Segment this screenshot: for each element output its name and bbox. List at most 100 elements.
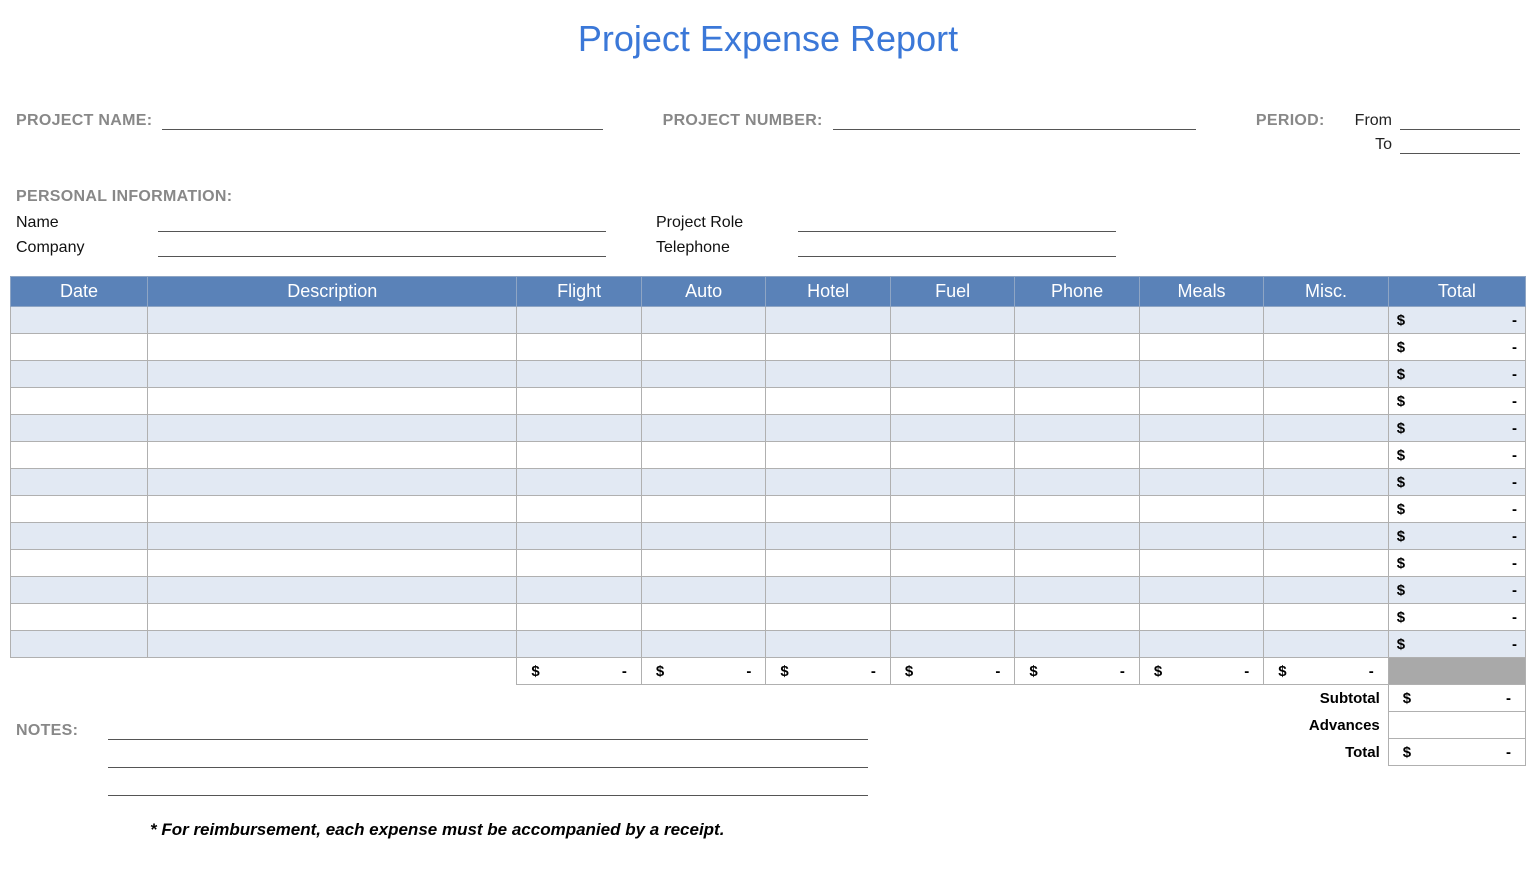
data-cell[interactable]: [11, 307, 148, 334]
data-cell[interactable]: [1015, 631, 1139, 658]
telephone-field[interactable]: [798, 237, 1116, 257]
data-cell[interactable]: [1139, 415, 1263, 442]
notes-line[interactable]: [108, 740, 868, 768]
data-cell[interactable]: [1264, 577, 1388, 604]
data-cell[interactable]: [1264, 523, 1388, 550]
data-cell[interactable]: [766, 604, 890, 631]
data-cell[interactable]: [641, 631, 765, 658]
data-cell[interactable]: [890, 550, 1014, 577]
data-cell[interactable]: [1264, 361, 1388, 388]
data-cell[interactable]: [766, 469, 890, 496]
data-cell[interactable]: [11, 631, 148, 658]
data-cell[interactable]: [11, 550, 148, 577]
data-cell[interactable]: [890, 631, 1014, 658]
data-cell[interactable]: [148, 415, 517, 442]
data-cell[interactable]: [1139, 334, 1263, 361]
data-cell[interactable]: [890, 442, 1014, 469]
data-cell[interactable]: [11, 577, 148, 604]
data-cell[interactable]: [1015, 307, 1139, 334]
data-cell[interactable]: [11, 523, 148, 550]
data-cell[interactable]: [766, 496, 890, 523]
data-cell[interactable]: [517, 604, 641, 631]
data-cell[interactable]: [1264, 469, 1388, 496]
data-cell[interactable]: [1264, 415, 1388, 442]
data-cell[interactable]: [1139, 307, 1263, 334]
data-cell[interactable]: [11, 334, 148, 361]
project-number-field[interactable]: [833, 110, 1196, 130]
data-cell[interactable]: [11, 361, 148, 388]
data-cell[interactable]: [766, 388, 890, 415]
data-cell[interactable]: [517, 442, 641, 469]
data-cell[interactable]: [517, 577, 641, 604]
data-cell[interactable]: [766, 550, 890, 577]
data-cell[interactable]: [890, 388, 1014, 415]
data-cell[interactable]: [766, 307, 890, 334]
data-cell[interactable]: [641, 550, 765, 577]
data-cell[interactable]: [641, 469, 765, 496]
data-cell[interactable]: [1139, 550, 1263, 577]
data-cell[interactable]: [1015, 469, 1139, 496]
data-cell[interactable]: [890, 361, 1014, 388]
project-name-field[interactable]: [162, 110, 602, 130]
data-cell[interactable]: [890, 523, 1014, 550]
data-cell[interactable]: [766, 631, 890, 658]
data-cell[interactable]: [1139, 469, 1263, 496]
project-role-field[interactable]: [798, 212, 1116, 232]
notes-line[interactable]: [108, 712, 868, 740]
data-cell[interactable]: [1264, 631, 1388, 658]
data-cell[interactable]: [517, 307, 641, 334]
data-cell[interactable]: [1015, 604, 1139, 631]
data-cell[interactable]: [766, 523, 890, 550]
data-cell[interactable]: [890, 415, 1014, 442]
data-cell[interactable]: [890, 604, 1014, 631]
data-cell[interactable]: [148, 631, 517, 658]
data-cell[interactable]: [148, 442, 517, 469]
data-cell[interactable]: [1139, 388, 1263, 415]
data-cell[interactable]: [1139, 361, 1263, 388]
data-cell[interactable]: [1015, 523, 1139, 550]
data-cell[interactable]: [148, 577, 517, 604]
period-to-field[interactable]: [1400, 134, 1520, 154]
data-cell[interactable]: [1015, 442, 1139, 469]
data-cell[interactable]: [766, 361, 890, 388]
data-cell[interactable]: [148, 496, 517, 523]
data-cell[interactable]: [890, 577, 1014, 604]
data-cell[interactable]: [766, 442, 890, 469]
data-cell[interactable]: [1264, 604, 1388, 631]
data-cell[interactable]: [1015, 496, 1139, 523]
data-cell[interactable]: [766, 415, 890, 442]
data-cell[interactable]: [1015, 550, 1139, 577]
data-cell[interactable]: [517, 334, 641, 361]
data-cell[interactable]: [1015, 388, 1139, 415]
data-cell[interactable]: [517, 388, 641, 415]
data-cell[interactable]: [1264, 307, 1388, 334]
data-cell[interactable]: [148, 307, 517, 334]
data-cell[interactable]: [517, 550, 641, 577]
data-cell[interactable]: [1139, 523, 1263, 550]
data-cell[interactable]: [641, 442, 765, 469]
data-cell[interactable]: [517, 469, 641, 496]
data-cell[interactable]: [641, 577, 765, 604]
data-cell[interactable]: [517, 415, 641, 442]
data-cell[interactable]: [517, 631, 641, 658]
data-cell[interactable]: [1264, 550, 1388, 577]
data-cell[interactable]: [1264, 388, 1388, 415]
data-cell[interactable]: [1139, 496, 1263, 523]
data-cell[interactable]: [148, 361, 517, 388]
data-cell[interactable]: [641, 334, 765, 361]
data-cell[interactable]: [148, 388, 517, 415]
data-cell[interactable]: [766, 334, 890, 361]
company-field[interactable]: [158, 237, 606, 257]
data-cell[interactable]: [11, 604, 148, 631]
data-cell[interactable]: [148, 604, 517, 631]
data-cell[interactable]: [766, 577, 890, 604]
data-cell[interactable]: [1139, 577, 1263, 604]
data-cell[interactable]: [1015, 361, 1139, 388]
data-cell[interactable]: [517, 523, 641, 550]
data-cell[interactable]: [641, 523, 765, 550]
data-cell[interactable]: [890, 307, 1014, 334]
data-cell[interactable]: [1264, 334, 1388, 361]
data-cell[interactable]: [1139, 442, 1263, 469]
data-cell[interactable]: [11, 469, 148, 496]
data-cell[interactable]: [1139, 604, 1263, 631]
